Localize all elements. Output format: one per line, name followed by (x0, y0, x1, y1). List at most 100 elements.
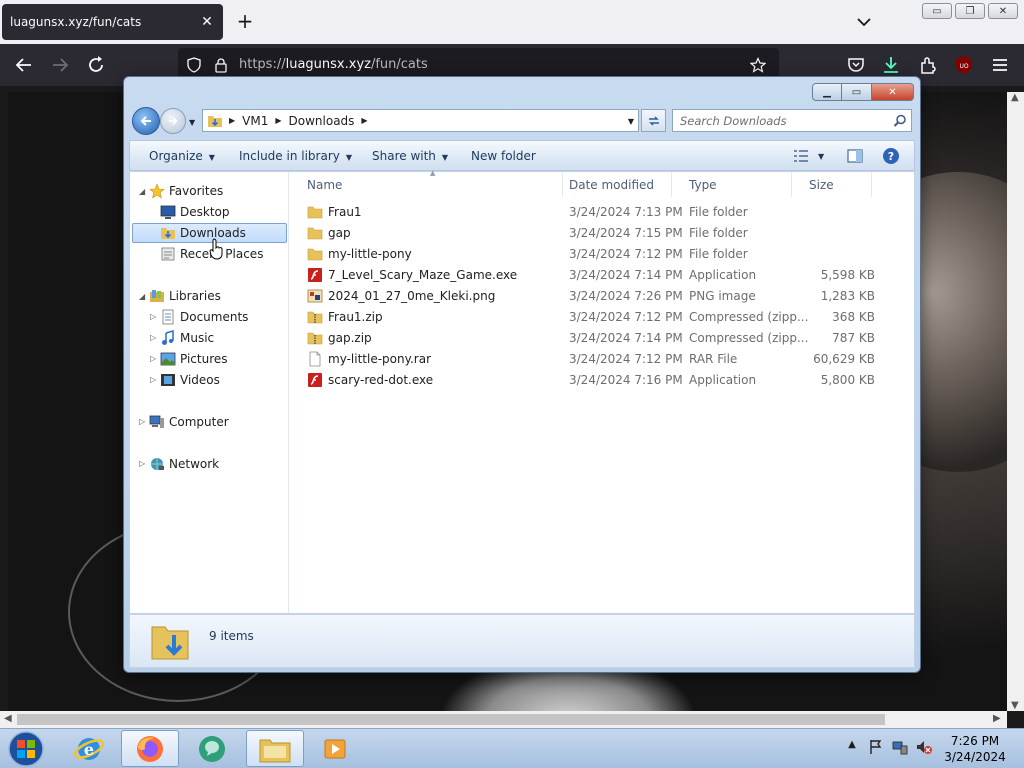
nav-computer[interactable]: Computer (149, 412, 229, 432)
search-icon[interactable] (893, 114, 907, 128)
expand-icon[interactable]: ▷ (150, 354, 156, 363)
page-scrollbar-vertical[interactable]: ▲ ▼ (1007, 92, 1024, 711)
chevron-down-icon: ▼ (345, 153, 353, 162)
expand-icon[interactable]: ▷ (150, 312, 156, 321)
collapse-icon[interactable]: ◢ (139, 292, 145, 301)
help-icon[interactable]: ? (882, 147, 900, 165)
file-row[interactable]: 7_Level_Scary_Maze_Game.exe 3/24/2024 7:1… (307, 265, 897, 286)
minimize-icon[interactable]: ▁ (812, 83, 842, 101)
breadcrumb-separator-icon[interactable]: ▶ (275, 116, 281, 125)
nav-music-label: Music (180, 331, 215, 345)
taskbar-clock[interactable]: 7:26 PM 3/24/2024 (940, 733, 1010, 765)
file-row[interactable]: my-little-pony 3/24/2024 7:12 PM File fold… (307, 244, 897, 265)
ublock-origin-icon[interactable]: UO (954, 55, 974, 75)
back-button[interactable] (132, 107, 160, 135)
forward-button[interactable] (160, 108, 186, 134)
breadcrumb[interactable]: ▶ VM1 ▶ Downloads ▶ ▼ (202, 109, 639, 132)
file-date-modified: 3/24/2024 7:12 PM (569, 247, 683, 261)
new-tab-icon[interactable]: + (234, 10, 256, 32)
search-input[interactable] (680, 113, 885, 128)
column-header-date-modified[interactable]: Date modified (552, 172, 672, 197)
organize-button[interactable]: Organize ▼ (149, 149, 215, 163)
browser-tab-active[interactable]: luagunsx.xyz/fun/cats ✕ (2, 4, 223, 40)
close-icon[interactable]: ✕ (988, 3, 1018, 19)
breadcrumb-separator-icon[interactable]: ▶ (361, 116, 367, 125)
file-row[interactable]: scary-red-dot.exe 3/24/2024 7:16 PM Applic… (307, 370, 897, 391)
maximize-icon[interactable]: ▭ (842, 83, 872, 101)
shield-icon[interactable] (186, 57, 202, 73)
explorer-window-controls: ▁ ▭ ✕ (812, 83, 914, 101)
address-dropdown-icon[interactable]: ▼ (628, 117, 634, 126)
taskbar-media-player[interactable] (307, 730, 365, 767)
nav-documents[interactable]: Documents (160, 307, 248, 327)
pocket-icon[interactable] (846, 55, 866, 75)
scrollbar-thumb[interactable] (17, 714, 885, 725)
menu-icon[interactable] (990, 55, 1010, 75)
download-icon[interactable] (881, 55, 901, 75)
nav-desktop[interactable]: Desktop (160, 202, 230, 222)
taskbar-firefox[interactable] (121, 730, 179, 767)
view-dropdown-icon[interactable]: ▼ (818, 152, 824, 161)
chevron-down-icon[interactable] (854, 12, 874, 32)
preview-pane-icon[interactable] (846, 147, 864, 165)
share-with-button[interactable]: Share with ▼ (372, 149, 448, 163)
extensions-icon[interactable] (918, 55, 938, 75)
nav-network[interactable]: Network (149, 454, 219, 474)
back-arrow-icon (140, 116, 151, 126)
nav-favorites[interactable]: Favorites (149, 181, 223, 201)
show-hidden-icons-icon[interactable]: ▲ (844, 739, 860, 755)
column-header-type[interactable]: Type (672, 172, 792, 197)
scroll-up-icon[interactable]: ▲ (1011, 92, 1019, 103)
taskbar-windows-explorer[interactable] (246, 730, 304, 767)
nav-pictures[interactable]: Pictures (160, 349, 228, 369)
file-row[interactable]: Frau1.zip 3/24/2024 7:12 PM Compressed (zi… (307, 307, 897, 328)
column-header-size[interactable]: Size (792, 172, 872, 197)
action-center-flag-icon[interactable] (868, 739, 884, 755)
expand-icon[interactable]: ▷ (139, 417, 145, 426)
file-row[interactable]: gap.zip 3/24/2024 7:14 PM Compressed (zipp… (307, 328, 897, 349)
new-folder-button[interactable]: New folder (471, 149, 536, 163)
lock-icon[interactable] (213, 57, 229, 73)
expand-icon[interactable]: ▷ (150, 375, 156, 384)
back-arrow-icon[interactable] (12, 53, 36, 77)
nav-videos[interactable]: Videos (160, 370, 220, 390)
search-box[interactable] (672, 109, 912, 132)
network-status-icon[interactable] (892, 739, 908, 755)
forward-arrow-icon[interactable] (48, 53, 72, 77)
include-in-library-button[interactable]: Include in library ▼ (239, 149, 352, 163)
expand-icon[interactable]: ▷ (150, 333, 156, 342)
scroll-down-icon[interactable]: ▼ (1011, 700, 1019, 711)
volume-muted-icon[interactable] (916, 739, 932, 755)
start-button[interactable] (2, 729, 50, 768)
refresh-button[interactable] (641, 109, 666, 132)
address-row: ▼ ▶ VM1 ▶ Downloads ▶ ▼ (132, 106, 914, 136)
close-icon[interactable]: ✕ (872, 83, 914, 101)
file-row[interactable]: 2024_01_27_0me_Kleki.png 3/24/2024 7:26 P… (307, 286, 897, 307)
taskbar-app-green[interactable] (183, 730, 241, 767)
file-row[interactable]: my-little-pony.rar 3/24/2024 7:12 PM RAR F… (307, 349, 897, 370)
view-options-icon[interactable] (792, 147, 810, 165)
minimize-icon[interactable]: ▭ (922, 3, 952, 19)
nav-music[interactable]: Music (160, 328, 214, 348)
restore-icon[interactable]: ❐ (955, 3, 985, 19)
breadcrumb-separator-icon[interactable]: ▶ (229, 116, 235, 125)
bookmark-star-icon[interactable] (750, 57, 766, 73)
breadcrumb-item-downloads[interactable]: Downloads (289, 114, 355, 128)
file-name: Frau1.zip (328, 310, 383, 324)
expand-icon[interactable]: ▷ (139, 459, 145, 468)
page-scrollbar-horizontal[interactable]: ◀ ▶ (0, 711, 1007, 728)
taskbar-internet-explorer[interactable]: e (60, 730, 118, 767)
image-file-icon (307, 289, 323, 303)
file-row[interactable]: gap 3/24/2024 7:15 PM File folder (307, 223, 897, 244)
file-row[interactable]: Frau1 3/24/2024 7:13 PM File folder (307, 202, 897, 223)
column-header-name-label: Name (307, 177, 343, 192)
breadcrumb-item-vm1[interactable]: VM1 (242, 114, 268, 128)
column-header-name[interactable]: ▲ Name (290, 169, 563, 197)
tab-close-icon[interactable]: ✕ (199, 14, 215, 30)
nav-libraries[interactable]: Libraries (149, 286, 221, 306)
reload-icon[interactable] (84, 53, 108, 77)
collapse-icon[interactable]: ◢ (139, 187, 145, 196)
scroll-right-icon[interactable]: ▶ (993, 713, 1001, 724)
scroll-left-icon[interactable]: ◀ (4, 713, 12, 724)
recent-pages-dropdown-icon[interactable]: ▼ (189, 118, 195, 127)
